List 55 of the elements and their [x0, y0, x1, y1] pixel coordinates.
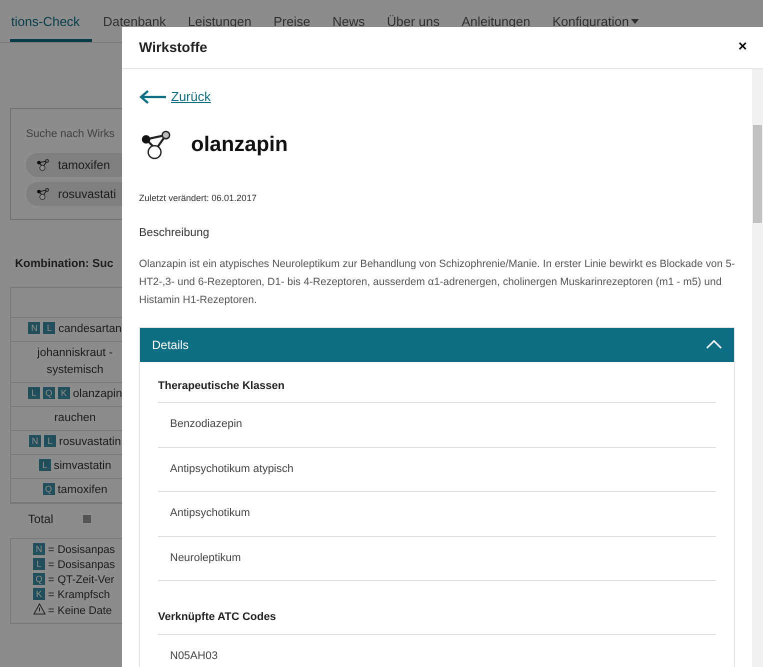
substance-name: olanzapin: [191, 132, 288, 158]
letter-badge: K: [58, 386, 70, 399]
combination-title: Kombination: Suc: [15, 256, 114, 272]
details-header[interactable]: Details: [140, 328, 734, 362]
scrollbar[interactable]: [752, 69, 763, 667]
letter-badge: L: [44, 434, 56, 447]
close-button[interactable]: ×: [732, 36, 753, 59]
nav-tab[interactable]: Über uns: [376, 0, 451, 42]
section-heading: Verknüpfte ATC Codes: [158, 603, 716, 634]
molecule-icon: [139, 128, 173, 162]
nav-tab[interactable]: tions-Check: [10, 0, 92, 42]
chip-label: rosuvastati: [58, 186, 116, 202]
letter-badge: L: [38, 458, 51, 471]
list-item: Antipsychotikum atypisch: [158, 448, 716, 492]
letter-badge: L: [33, 558, 45, 570]
warning-icon: [33, 602, 46, 615]
list-item: Antipsychotikum: [158, 492, 716, 536]
letter-badge: L: [43, 322, 56, 334]
section-heading: Therapeutische Klassen: [158, 372, 716, 403]
table-cell: johanniskraut - systemisch: [37, 346, 113, 376]
nav-tab[interactable]: Anleitungen: [450, 0, 542, 42]
description-text: Olanzapin ist ein atypisches Neuroleptikum zur Behandlung von Schizophrenie/Manie. In erster Linie bewirkt es Blockade von 5-HT2-,3- und 6-Rezeptoren, D1- bis 4-Rezeptoren, ausserdem α1-adrenergen, cholinergen Muskarinrezeptoren (m1 - m5) und Histamin H1-Rezeptoren.: [139, 256, 735, 308]
table-cell: candesartan: [58, 322, 122, 335]
letter-badge: Q: [42, 482, 55, 495]
legend-text: = Dosisanpas: [48, 544, 115, 556]
legend-text: = Krampfsch: [48, 588, 110, 601]
list-item: Neuroleptikum: [158, 536, 716, 581]
letter-badge: Q: [42, 386, 55, 399]
legend-text: = Keine Date: [48, 604, 112, 617]
total-label: Total: [28, 510, 54, 528]
list-item: Benzodiazepin: [158, 403, 716, 448]
chip-label: tamoxifen: [58, 156, 110, 174]
scrollbar-thumb[interactable]: [753, 125, 762, 223]
table-cell: rosuvastatin: [58, 436, 121, 448]
letter-badge: N: [33, 542, 45, 555]
legend-text: = Dosisanpas: [48, 558, 115, 571]
table-cell: simvastatin: [54, 460, 112, 472]
letter-badge: Q: [33, 572, 45, 585]
back-link[interactable]: Zurück: [139, 87, 211, 106]
nav-tab[interactable]: News: [321, 0, 376, 42]
letter-badge: N: [28, 322, 40, 334]
list-item: N05AH03: [158, 634, 716, 667]
table-cell: rauchen: [54, 412, 96, 424]
letter-badge: N: [28, 434, 41, 447]
left-arrow-icon: [139, 90, 167, 104]
molecule-icon: [36, 158, 50, 172]
letter-badge: K: [33, 588, 45, 600]
section-heading: Beschreibung: [139, 226, 210, 242]
legend-text: = QT-Zeit-Ver: [48, 574, 114, 586]
letter-badge: L: [28, 386, 40, 399]
square-icon: [83, 514, 92, 523]
nav-tab[interactable]: Preise: [262, 0, 322, 42]
table-cell: olanzapin: [72, 388, 122, 400]
table-cell: tamoxifen: [58, 484, 108, 496]
molecule-icon: [36, 186, 50, 200]
